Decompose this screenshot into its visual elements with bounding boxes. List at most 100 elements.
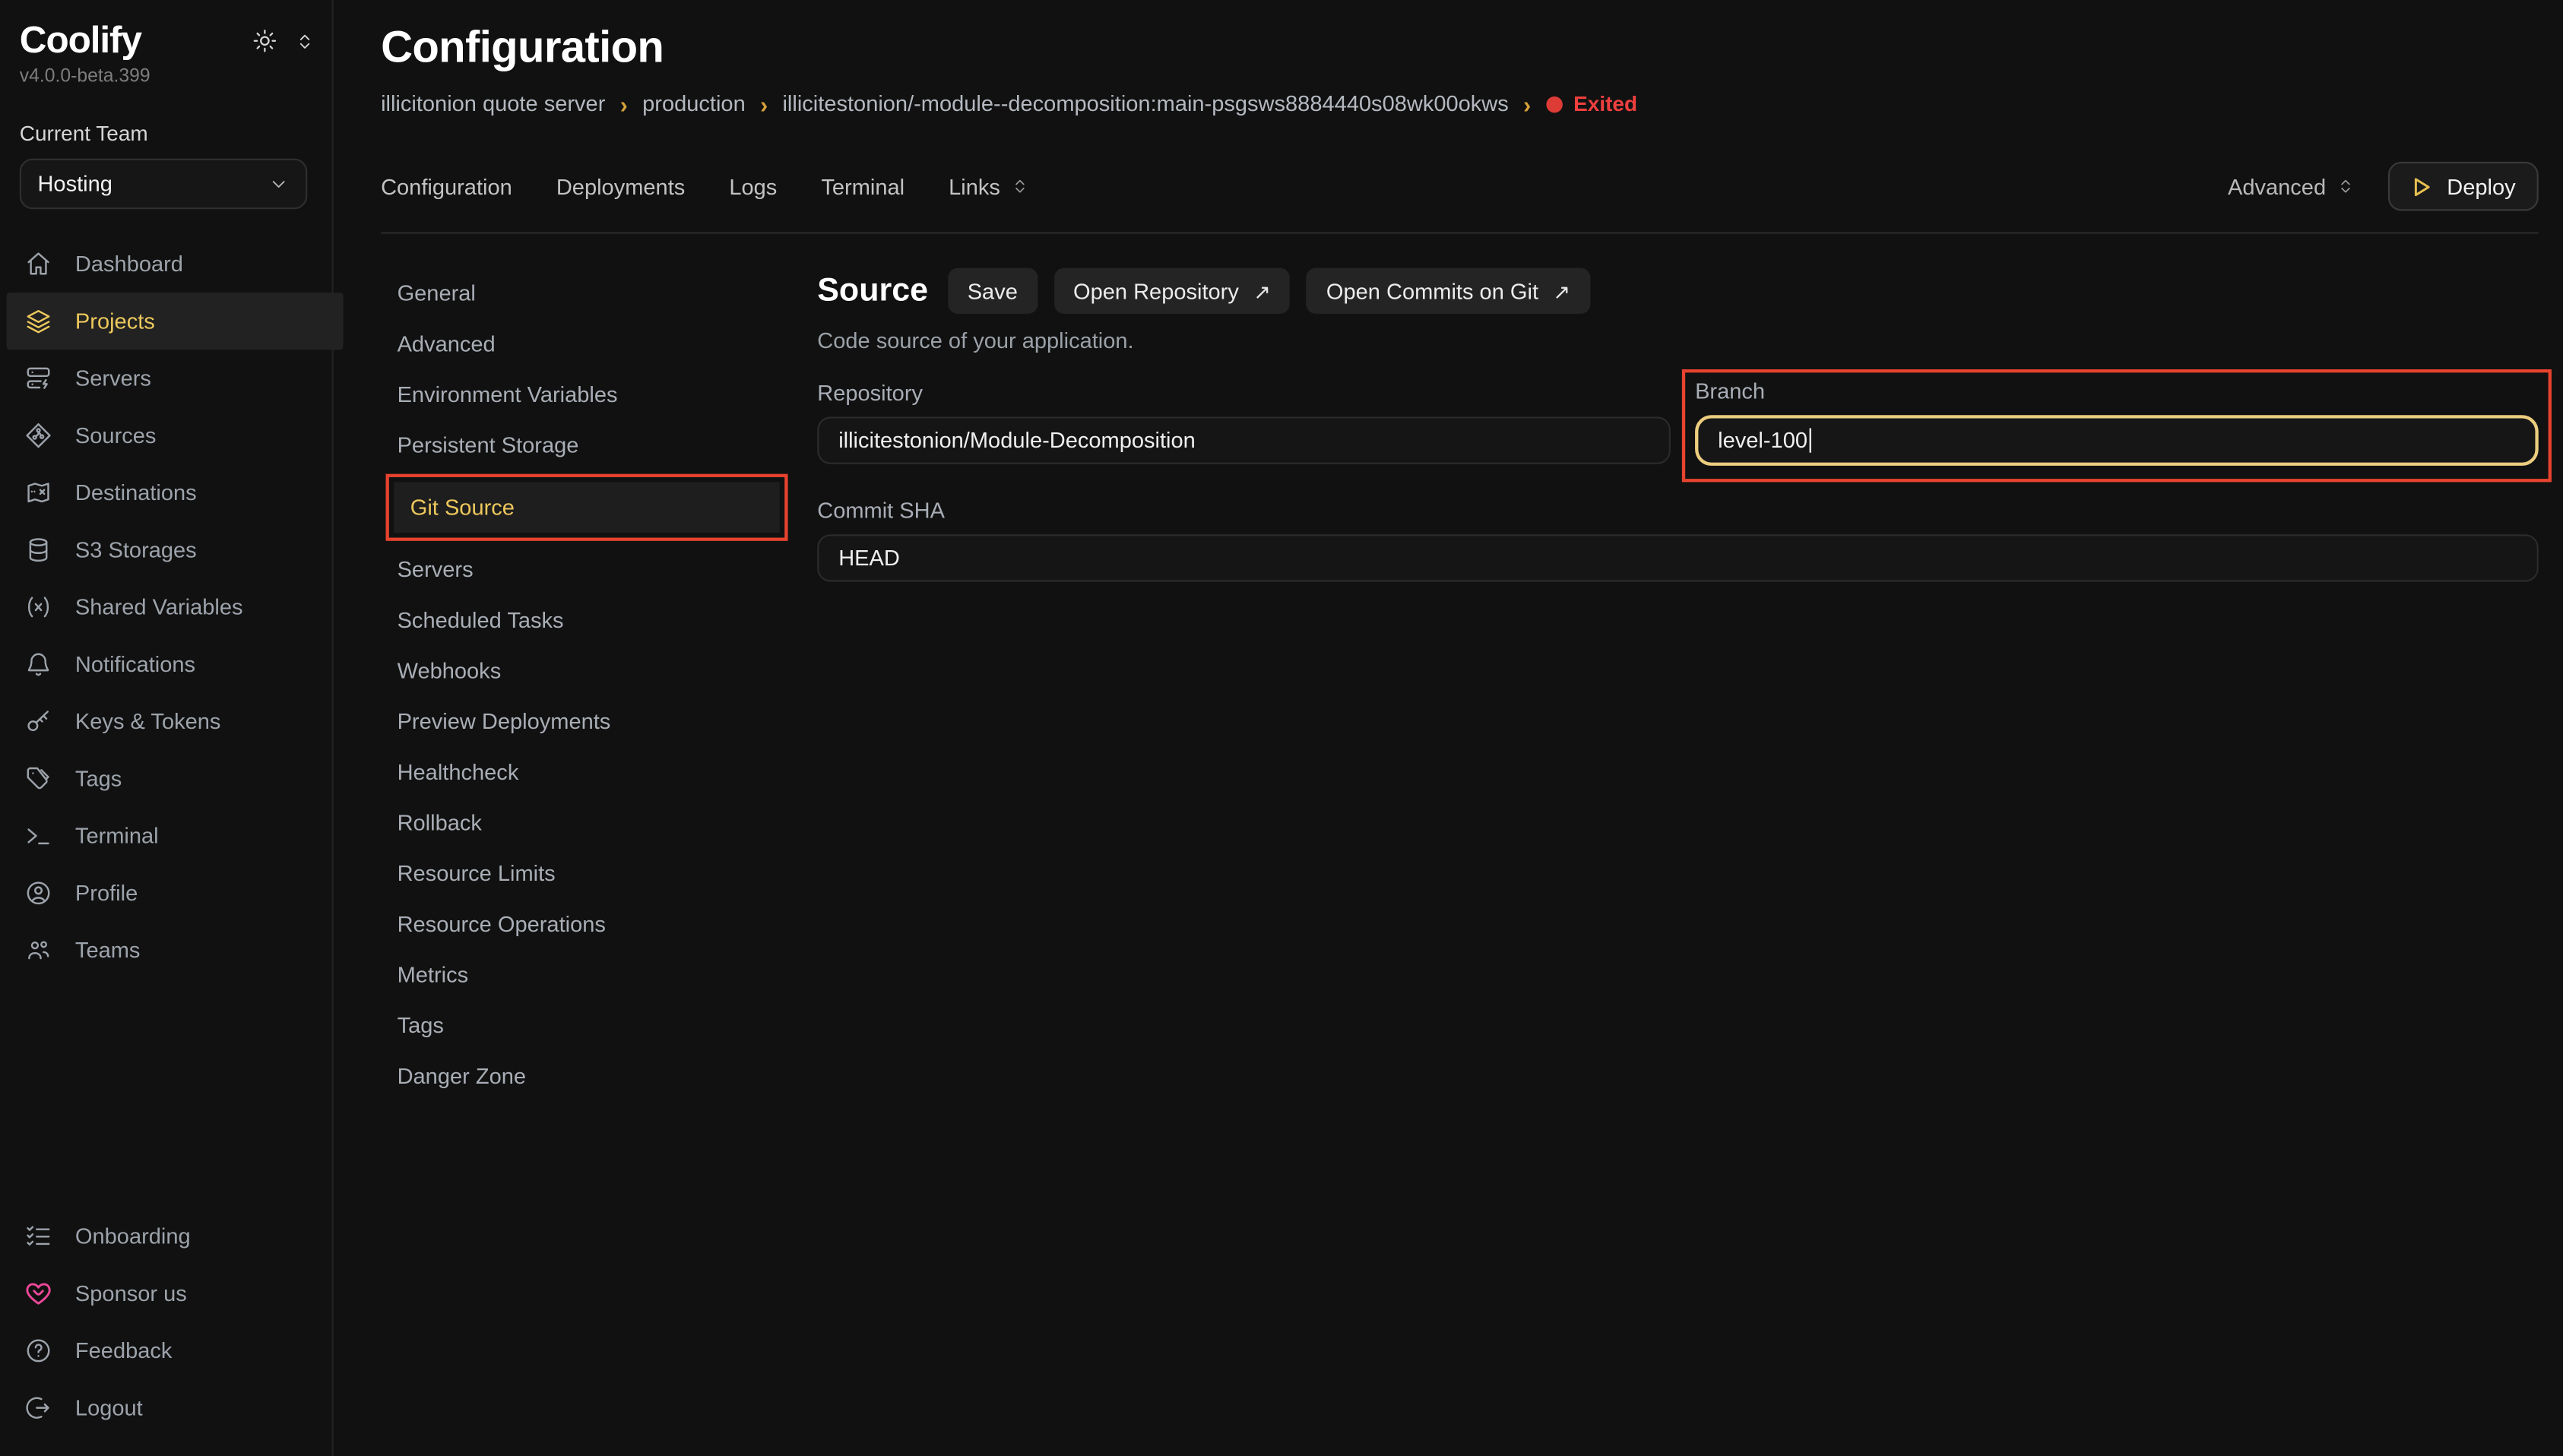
deploy-button[interactable]: Deploy [2388,162,2539,211]
chevrons-up-down-icon [2336,175,2355,198]
subnav-general[interactable]: General [381,268,790,319]
tab-links[interactable]: Links [949,174,1029,198]
breadcrumb-chevron-icon: › [760,93,768,116]
repository-label: Repository [817,381,1671,405]
sidebar-item-terminal[interactable]: Terminal [20,808,315,865]
branch-input[interactable]: level-100 [1695,415,2539,466]
database-icon [24,537,52,565]
status-dot-icon [1546,96,1563,112]
sidebar-item-logout[interactable]: Logout [20,1379,315,1436]
brand-row: Coolify [20,20,315,61]
terminal-icon [24,822,52,850]
sidebar-item-notifications[interactable]: Notifications [20,636,315,693]
subnav-resource-operations[interactable]: Resource Operations [381,899,790,950]
repo-branch-row: Repository illicitestonion/Module-Decomp… [817,381,2538,482]
commit-sha-field-group: Commit SHA HEAD [817,499,2538,582]
heart-handshake-icon [24,1280,52,1308]
repository-input[interactable]: illicitestonion/Module-Decomposition [817,416,1671,464]
status-text: Exited [1573,92,1637,116]
sidebar-nav: Dashboard Projects Servers Sources Desti… [20,236,315,979]
text-cursor [1809,429,1811,453]
git-source-annotation-box: Git Source [386,474,788,541]
app-logo: Coolify [20,20,141,61]
subnav-healthcheck[interactable]: Healthcheck [381,747,790,798]
subnav-danger-zone[interactable]: Danger Zone [381,1051,790,1102]
sidebar-item-teams[interactable]: Teams [20,923,315,980]
subnav-scheduled-tasks[interactable]: Scheduled Tasks [381,595,790,646]
sidebar-item-tags[interactable]: Tags [20,751,315,808]
server-icon [24,365,52,393]
page-title: Configuration [381,23,2539,74]
tabs-row: Configuration Deployments Logs Terminal … [381,162,2539,211]
current-team-label: Current Team [20,122,315,146]
theme-switcher-chevrons-icon[interactable] [294,29,315,53]
breadcrumb-project[interactable]: illicitonion quote server [381,92,605,116]
chevron-down-icon [268,174,290,195]
theme-sun-icon[interactable] [252,28,277,54]
sidebar-item-sponsor[interactable]: Sponsor us [20,1265,315,1321]
branch-field-group: Branch level-100 [1695,379,2539,466]
coolify-app: Coolify v4.0.0-beta.399 Current Team Hos… [0,0,2563,1456]
sidebar-item-sources[interactable]: Sources [20,407,315,464]
sidebar-item-profile[interactable]: Profile [20,865,315,922]
breadcrumb-chevron-icon: › [620,93,628,116]
team-select[interactable]: Hosting [20,159,307,210]
tab-logs[interactable]: Logs [729,174,777,198]
sidebar-item-servers[interactable]: Servers [20,350,315,407]
sidebar-item-projects[interactable]: Projects [7,293,344,350]
home-icon [24,251,52,279]
subnav-environment-variables[interactable]: Environment Variables [381,369,790,420]
app-version: v4.0.0-beta.399 [20,68,315,87]
tab-deployments[interactable]: Deployments [556,174,685,198]
subnav-tags[interactable]: Tags [381,1000,790,1051]
sidebar-item-onboarding[interactable]: Onboarding [20,1208,315,1265]
subnav-git-source[interactable]: Git Source [394,482,780,533]
subnav-rollback[interactable]: Rollback [381,798,790,849]
tags-icon [24,765,52,793]
commit-sha-input[interactable]: HEAD [817,534,2538,581]
breadcrumb: illicitonion quote server › production ›… [381,92,2539,116]
tab-terminal[interactable]: Terminal [821,174,904,198]
help-circle-icon [24,1337,52,1365]
sidebar-item-dashboard[interactable]: Dashboard [20,236,315,293]
user-circle-icon [24,880,52,908]
external-link-icon: ↗ [1553,279,1570,303]
configuration-content: General Advanced Environment Variables P… [381,268,2539,1456]
subnav-resource-limits[interactable]: Resource Limits [381,848,790,899]
sidebar-item-s3-storages[interactable]: S3 Storages [20,522,315,579]
repository-field-group: Repository illicitestonion/Module-Decomp… [817,381,1671,464]
save-button[interactable]: Save [948,268,1038,314]
breadcrumb-environment[interactable]: production [642,92,746,116]
chevrons-up-down-icon [1010,175,1030,198]
sidebar: Coolify v4.0.0-beta.399 Current Team Hos… [0,0,334,1456]
branch-label: Branch [1695,379,2539,404]
advanced-dropdown[interactable]: Advanced [2228,174,2355,198]
subnav-servers[interactable]: Servers [381,544,790,595]
git-source-icon [24,422,52,450]
source-header: Source Save Open Repository ↗ Open Commi… [817,268,2538,314]
section-description: Code source of your application. [817,328,2538,353]
sidebar-item-destinations[interactable]: Destinations [20,464,315,521]
subnav-persistent-storage[interactable]: Persistent Storage [381,420,790,471]
section-title: Source [817,272,928,309]
external-link-icon: ↗ [1253,279,1271,303]
play-icon [2411,176,2432,197]
open-commits-button[interactable]: Open Commits on Git ↗ [1307,268,1590,314]
breadcrumb-chevron-icon: › [1523,93,1531,116]
subnav-webhooks[interactable]: Webhooks [381,646,790,697]
users-icon [24,937,52,965]
config-subnav: General Advanced Environment Variables P… [381,268,790,1102]
logout-icon [24,1394,52,1422]
subnav-advanced[interactable]: Advanced [381,318,790,369]
sidebar-item-keys-tokens[interactable]: Keys & Tokens [20,693,315,750]
layers-icon [24,308,52,336]
commit-sha-label: Commit SHA [817,499,2538,523]
subnav-metrics[interactable]: Metrics [381,950,790,1001]
breadcrumb-resource[interactable]: illicitestonion/-module--decomposition:m… [782,92,1508,116]
sidebar-footer-nav: Onboarding Sponsor us Feedback Logout [20,1208,315,1436]
tab-configuration[interactable]: Configuration [381,174,512,198]
sidebar-item-shared-variables[interactable]: Shared Variables [20,579,315,636]
open-repository-button[interactable]: Open Repository ↗ [1053,268,1290,314]
sidebar-item-feedback[interactable]: Feedback [20,1322,315,1379]
subnav-preview-deployments[interactable]: Preview Deployments [381,696,790,747]
